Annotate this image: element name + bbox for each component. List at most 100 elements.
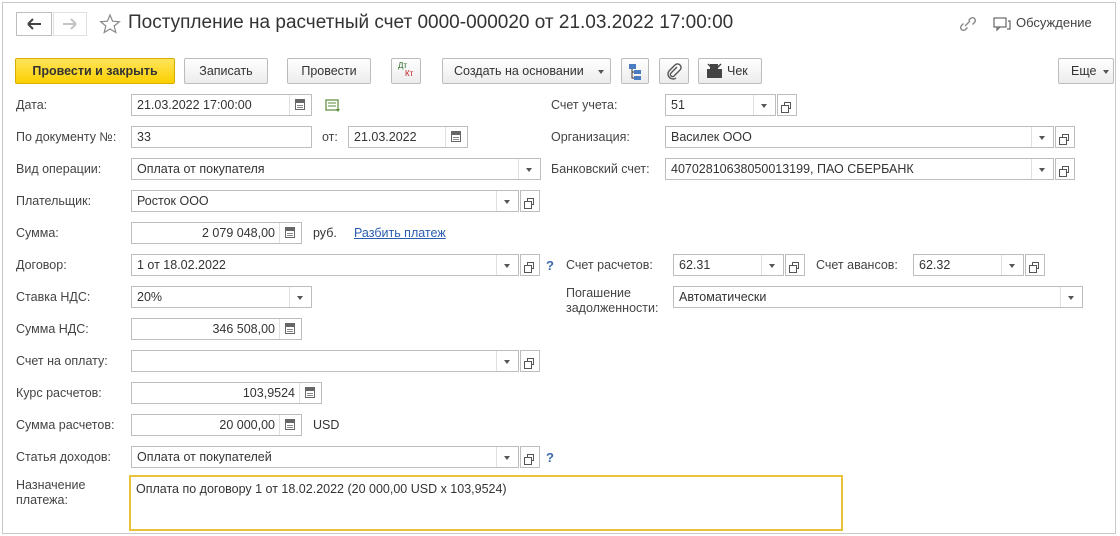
chevron-down-icon[interactable] bbox=[289, 287, 311, 307]
vat-rate-field[interactable]: 20% bbox=[131, 286, 312, 308]
document-list-icon[interactable] bbox=[325, 98, 343, 114]
structure-button[interactable] bbox=[621, 58, 649, 84]
save-button[interactable]: Записать bbox=[184, 58, 268, 84]
purpose-label-2: платежа: bbox=[16, 493, 68, 507]
advance-label: Счет авансов: bbox=[816, 258, 898, 272]
chevron-down-icon[interactable] bbox=[496, 191, 518, 211]
chevron-down-icon[interactable] bbox=[761, 255, 783, 275]
vat-sum-field[interactable]: 346 508,00 bbox=[131, 318, 302, 340]
chevron-down-icon bbox=[598, 70, 604, 74]
star-icon[interactable] bbox=[99, 13, 121, 35]
vat-rate-label: Ставка НДС: bbox=[16, 290, 91, 304]
post-button[interactable]: Провести bbox=[287, 58, 371, 84]
income-field[interactable]: Оплата от покупателей bbox=[131, 446, 519, 468]
back-button[interactable] bbox=[16, 12, 52, 36]
calculator-icon bbox=[285, 323, 295, 334]
chevron-down-icon[interactable] bbox=[753, 95, 775, 115]
operation-field[interactable]: Оплата от покупателя bbox=[131, 158, 541, 180]
cash-register-icon bbox=[707, 63, 722, 78]
calendar-icon bbox=[295, 99, 305, 110]
rate-value: 103,9524 bbox=[242, 386, 295, 400]
calculator-button[interactable] bbox=[279, 223, 301, 243]
dtkt-bottom: Кт bbox=[405, 69, 414, 78]
split-payment-link[interactable]: Разбить платеж bbox=[354, 226, 446, 240]
income-label: Статья доходов: bbox=[16, 450, 112, 464]
discussion-link[interactable]: Обсуждение bbox=[1016, 15, 1092, 30]
bank-value: 40702810638050013199, ПАО СБЕРБАНК bbox=[671, 162, 914, 176]
help-icon[interactable]: ? bbox=[546, 258, 554, 273]
chevron-down-icon[interactable] bbox=[1001, 255, 1023, 275]
create-based-on-button[interactable]: Создать на основании bbox=[442, 58, 611, 84]
invoice-field[interactable] bbox=[131, 350, 519, 372]
org-value: Василек ООО bbox=[671, 130, 752, 144]
forward-button[interactable] bbox=[53, 12, 87, 36]
calculator-icon bbox=[285, 227, 295, 238]
sum-field[interactable]: 2 079 048,00 bbox=[131, 222, 302, 244]
date-value: 21.03.2022 17:00:00 bbox=[137, 98, 252, 112]
income-value: Оплата от покупателей bbox=[137, 450, 272, 464]
open-icon bbox=[1059, 166, 1069, 177]
open-org-button[interactable] bbox=[1055, 126, 1075, 148]
doc-number-field[interactable]: 33 bbox=[131, 126, 312, 148]
settle-sum-value: 20 000,00 bbox=[219, 418, 275, 432]
date-field[interactable]: 21.03.2022 17:00:00 bbox=[131, 94, 312, 116]
discussion-icon[interactable] bbox=[992, 15, 1012, 33]
vat-sum-value: 346 508,00 bbox=[212, 322, 275, 336]
advance-field[interactable]: 62.32 bbox=[913, 254, 1024, 276]
calendar-button[interactable] bbox=[445, 127, 467, 147]
page-title: Поступление на расчетный счет 0000-00002… bbox=[128, 12, 734, 33]
open-bank-button[interactable] bbox=[1055, 158, 1075, 180]
chevron-down-icon[interactable] bbox=[1031, 159, 1053, 179]
receipt-button[interactable]: Чек bbox=[698, 58, 762, 84]
attach-button[interactable] bbox=[659, 58, 689, 84]
help-icon[interactable]: ? bbox=[546, 450, 554, 465]
payer-field[interactable]: Росток ООО bbox=[131, 190, 519, 212]
contract-field[interactable]: 1 от 18.02.2022 bbox=[131, 254, 519, 276]
chevron-down-icon[interactable] bbox=[496, 255, 518, 275]
open-contract-button[interactable] bbox=[520, 254, 540, 276]
link-icon[interactable] bbox=[958, 15, 978, 33]
sum-value: 2 079 048,00 bbox=[202, 226, 275, 240]
purpose-value: Оплата по договору 1 от 18.02.2022 (20 0… bbox=[136, 482, 507, 496]
calculator-button[interactable] bbox=[299, 383, 321, 403]
open-advance-button[interactable] bbox=[1025, 254, 1045, 276]
doc-date-field[interactable]: 21.03.2022 bbox=[348, 126, 468, 148]
chevron-down-icon[interactable] bbox=[1060, 287, 1082, 307]
calendar-button[interactable] bbox=[289, 95, 311, 115]
create-based-on-label: Создать на основании bbox=[454, 64, 584, 78]
payer-value: Росток ООО bbox=[137, 194, 209, 208]
sum-label: Сумма: bbox=[16, 226, 59, 240]
bank-field[interactable]: 40702810638050013199, ПАО СБЕРБАНК bbox=[665, 158, 1054, 180]
org-field[interactable]: Василек ООО bbox=[665, 126, 1054, 148]
calculator-icon bbox=[285, 419, 295, 430]
purpose-textarea[interactable]: Оплата по договору 1 от 18.02.2022 (20 0… bbox=[129, 475, 843, 531]
chevron-down-icon bbox=[1103, 70, 1109, 74]
calculator-button[interactable] bbox=[279, 319, 301, 339]
doc-number-label: По документу №: bbox=[16, 130, 117, 144]
chevron-down-icon[interactable] bbox=[518, 159, 540, 179]
vat-sum-label: Сумма НДС: bbox=[16, 322, 89, 336]
open-income-button[interactable] bbox=[520, 446, 540, 468]
operation-label: Вид операции: bbox=[16, 162, 102, 176]
open-invoice-button[interactable] bbox=[520, 350, 540, 372]
dt-kt-button[interactable]: Дт Кт bbox=[391, 58, 421, 84]
receipt-label: Чек bbox=[727, 64, 748, 78]
calculator-button[interactable] bbox=[279, 415, 301, 435]
chevron-down-icon[interactable] bbox=[1031, 127, 1053, 147]
chevron-down-icon[interactable] bbox=[496, 447, 518, 467]
calculator-icon bbox=[305, 387, 315, 398]
settle-sum-field[interactable]: 20 000,00 bbox=[131, 414, 302, 436]
vat-rate-value: 20% bbox=[137, 290, 163, 304]
open-settle-account-button[interactable] bbox=[785, 254, 805, 276]
open-account-button[interactable] bbox=[777, 94, 797, 116]
more-button[interactable]: Еще bbox=[1058, 58, 1114, 84]
repay-field[interactable]: Автоматически bbox=[673, 286, 1083, 308]
chevron-down-icon[interactable] bbox=[496, 351, 518, 371]
operation-value: Оплата от покупателя bbox=[137, 162, 265, 176]
settle-account-label: Счет расчетов: bbox=[566, 258, 653, 272]
open-payer-button[interactable] bbox=[520, 190, 540, 212]
settle-account-field[interactable]: 62.31 bbox=[673, 254, 784, 276]
rate-field[interactable]: 103,9524 bbox=[131, 382, 322, 404]
post-and-close-button[interactable]: Провести и закрыть bbox=[15, 58, 175, 84]
account-field[interactable]: 51 bbox=[665, 94, 776, 116]
